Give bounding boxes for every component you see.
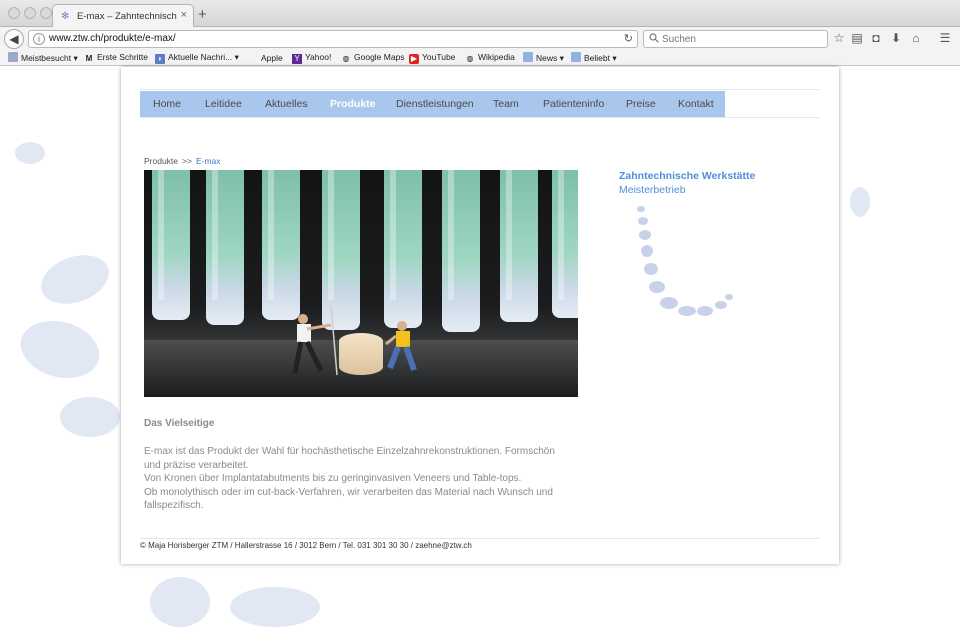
content-paragraph: Von Kronen über Implantatabutments bis z…	[144, 473, 522, 485]
bookmark-news[interactable]: News ▾	[523, 52, 564, 64]
nav-item-home[interactable]: Home	[153, 98, 181, 110]
bookmark-yahoo[interactable]: Y Yahoo!	[292, 52, 331, 64]
nav-item-kontakt[interactable]: Kontakt	[678, 98, 714, 110]
worker-figure	[292, 305, 338, 376]
nav-item-dienstleistungen[interactable]: Dienstleistungen	[396, 98, 474, 110]
nav-item-produkte[interactable]: Produkte	[330, 98, 376, 110]
bookmark-google-maps[interactable]: ◍ Google Maps	[341, 52, 405, 64]
url-bar[interactable]: i www.ztw.ch/produkte/e-max/ ↻	[28, 30, 638, 48]
nav-item-team[interactable]: Team	[493, 98, 519, 110]
browser-tab[interactable]: ✻ E-max – Zahntechnische ... ×	[52, 4, 194, 28]
bookmark-apple[interactable]: Apple	[248, 52, 283, 63]
breadcrumb-separator: >>	[182, 156, 192, 166]
bookmark-folder-icon	[8, 52, 18, 62]
breadcrumb-current[interactable]: E-max	[196, 156, 221, 166]
browser-toolbar: ◀ i www.ztw.ch/produkte/e-max/ ↻ ☆ ▤ ◘ ⬇…	[0, 27, 960, 50]
footer-text: © Maja Horisberger ZTM / Hallerstrasse 1…	[140, 541, 472, 550]
product-photo	[144, 170, 578, 397]
new-tab-button[interactable]: +	[198, 6, 207, 23]
back-button[interactable]: ◀	[4, 29, 24, 49]
folder-icon	[571, 52, 581, 62]
favicon-icon: ✻	[61, 11, 70, 22]
tab-title: E-max – Zahntechnische ...	[77, 11, 177, 22]
globe-icon: ◍	[466, 54, 474, 63]
sidebar-subtitle: Meisterbetrieb	[619, 184, 686, 196]
main-navigation: Home Leitidee Aktuelles Produkte Dienstl…	[140, 91, 725, 117]
close-tab-icon[interactable]: ×	[181, 9, 187, 21]
download-icon[interactable]: ⬇	[889, 31, 903, 45]
reading-list-icon[interactable]: ▤	[850, 31, 864, 45]
nav-item-aktuelles[interactable]: Aktuelles	[265, 98, 308, 110]
folder-icon	[523, 52, 533, 62]
zoom-window-button[interactable]	[40, 7, 52, 19]
yahoo-icon: Y	[292, 54, 302, 64]
bookmarks-bar: Meistbesucht ▾ M Erste Schritte ◗ Aktuelle…	[0, 50, 960, 66]
breadcrumb-parent[interactable]: Produkte	[144, 156, 178, 166]
divider	[140, 117, 820, 118]
sidebar-title: Zahntechnische Werkstätte	[619, 170, 756, 182]
home-icon[interactable]: ⌂	[909, 31, 923, 45]
content-paragraph: E-max ist das Produkt der Wahl für hochä…	[144, 446, 555, 471]
m-icon: M	[85, 54, 93, 63]
youtube-icon: ▶	[409, 54, 419, 64]
reload-icon[interactable]: ↻	[624, 32, 633, 45]
content-card: Home Leitidee Aktuelles Produkte Dienstl…	[121, 67, 839, 564]
pocket-icon[interactable]: ◘	[869, 31, 883, 45]
content-paragraph: Ob monolythisch oder im cut-back-Verfahr…	[144, 486, 553, 512]
divider	[140, 89, 820, 90]
window-titlebar: ✻ E-max – Zahntechnische ... × +	[0, 0, 960, 28]
bookmark-wikipedia[interactable]: ◍ Wikipedia	[465, 52, 515, 64]
menu-icon[interactable]: ☰	[938, 31, 952, 45]
tooth-arch-decoration	[637, 206, 733, 316]
close-window-button[interactable]	[8, 7, 20, 19]
search-input[interactable]	[662, 32, 822, 46]
bookmark-star-icon[interactable]: ☆	[832, 31, 846, 45]
nav-item-leitidee[interactable]: Leitidee	[205, 98, 242, 110]
bookmark-erste-schritte[interactable]: M Erste Schritte	[84, 52, 148, 64]
nav-item-patienteninfo[interactable]: Patienteninfo	[543, 98, 604, 110]
minimize-window-button[interactable]	[24, 7, 36, 19]
bookmark-aktuelle-nachrichten[interactable]: ◗ Aktuelle Nachri... ▾	[155, 52, 239, 64]
content-body: E-max ist das Produkt der Wahl für hochä…	[144, 445, 564, 513]
bookmark-beliebt[interactable]: Beliebt ▾	[571, 52, 617, 64]
info-icon[interactable]: i	[33, 33, 45, 45]
breadcrumb: Produkte >> E-max	[144, 156, 221, 166]
bookmark-meistbesucht[interactable]: Meistbesucht ▾	[8, 52, 78, 64]
apple-icon	[248, 52, 258, 62]
rss-icon: ◗	[155, 54, 165, 64]
content-title: Das Vielseitige	[144, 418, 215, 429]
worker-figure	[385, 321, 417, 371]
nav-item-preise[interactable]: Preise	[626, 98, 656, 110]
bookmark-youtube[interactable]: ▶ YouTube	[409, 52, 455, 64]
search-icon	[649, 33, 659, 43]
url-text: www.ztw.ch/produkte/e-max/	[49, 33, 176, 44]
search-bar[interactable]	[643, 30, 828, 48]
divider	[140, 538, 820, 539]
globe-icon: ◍	[342, 54, 350, 63]
